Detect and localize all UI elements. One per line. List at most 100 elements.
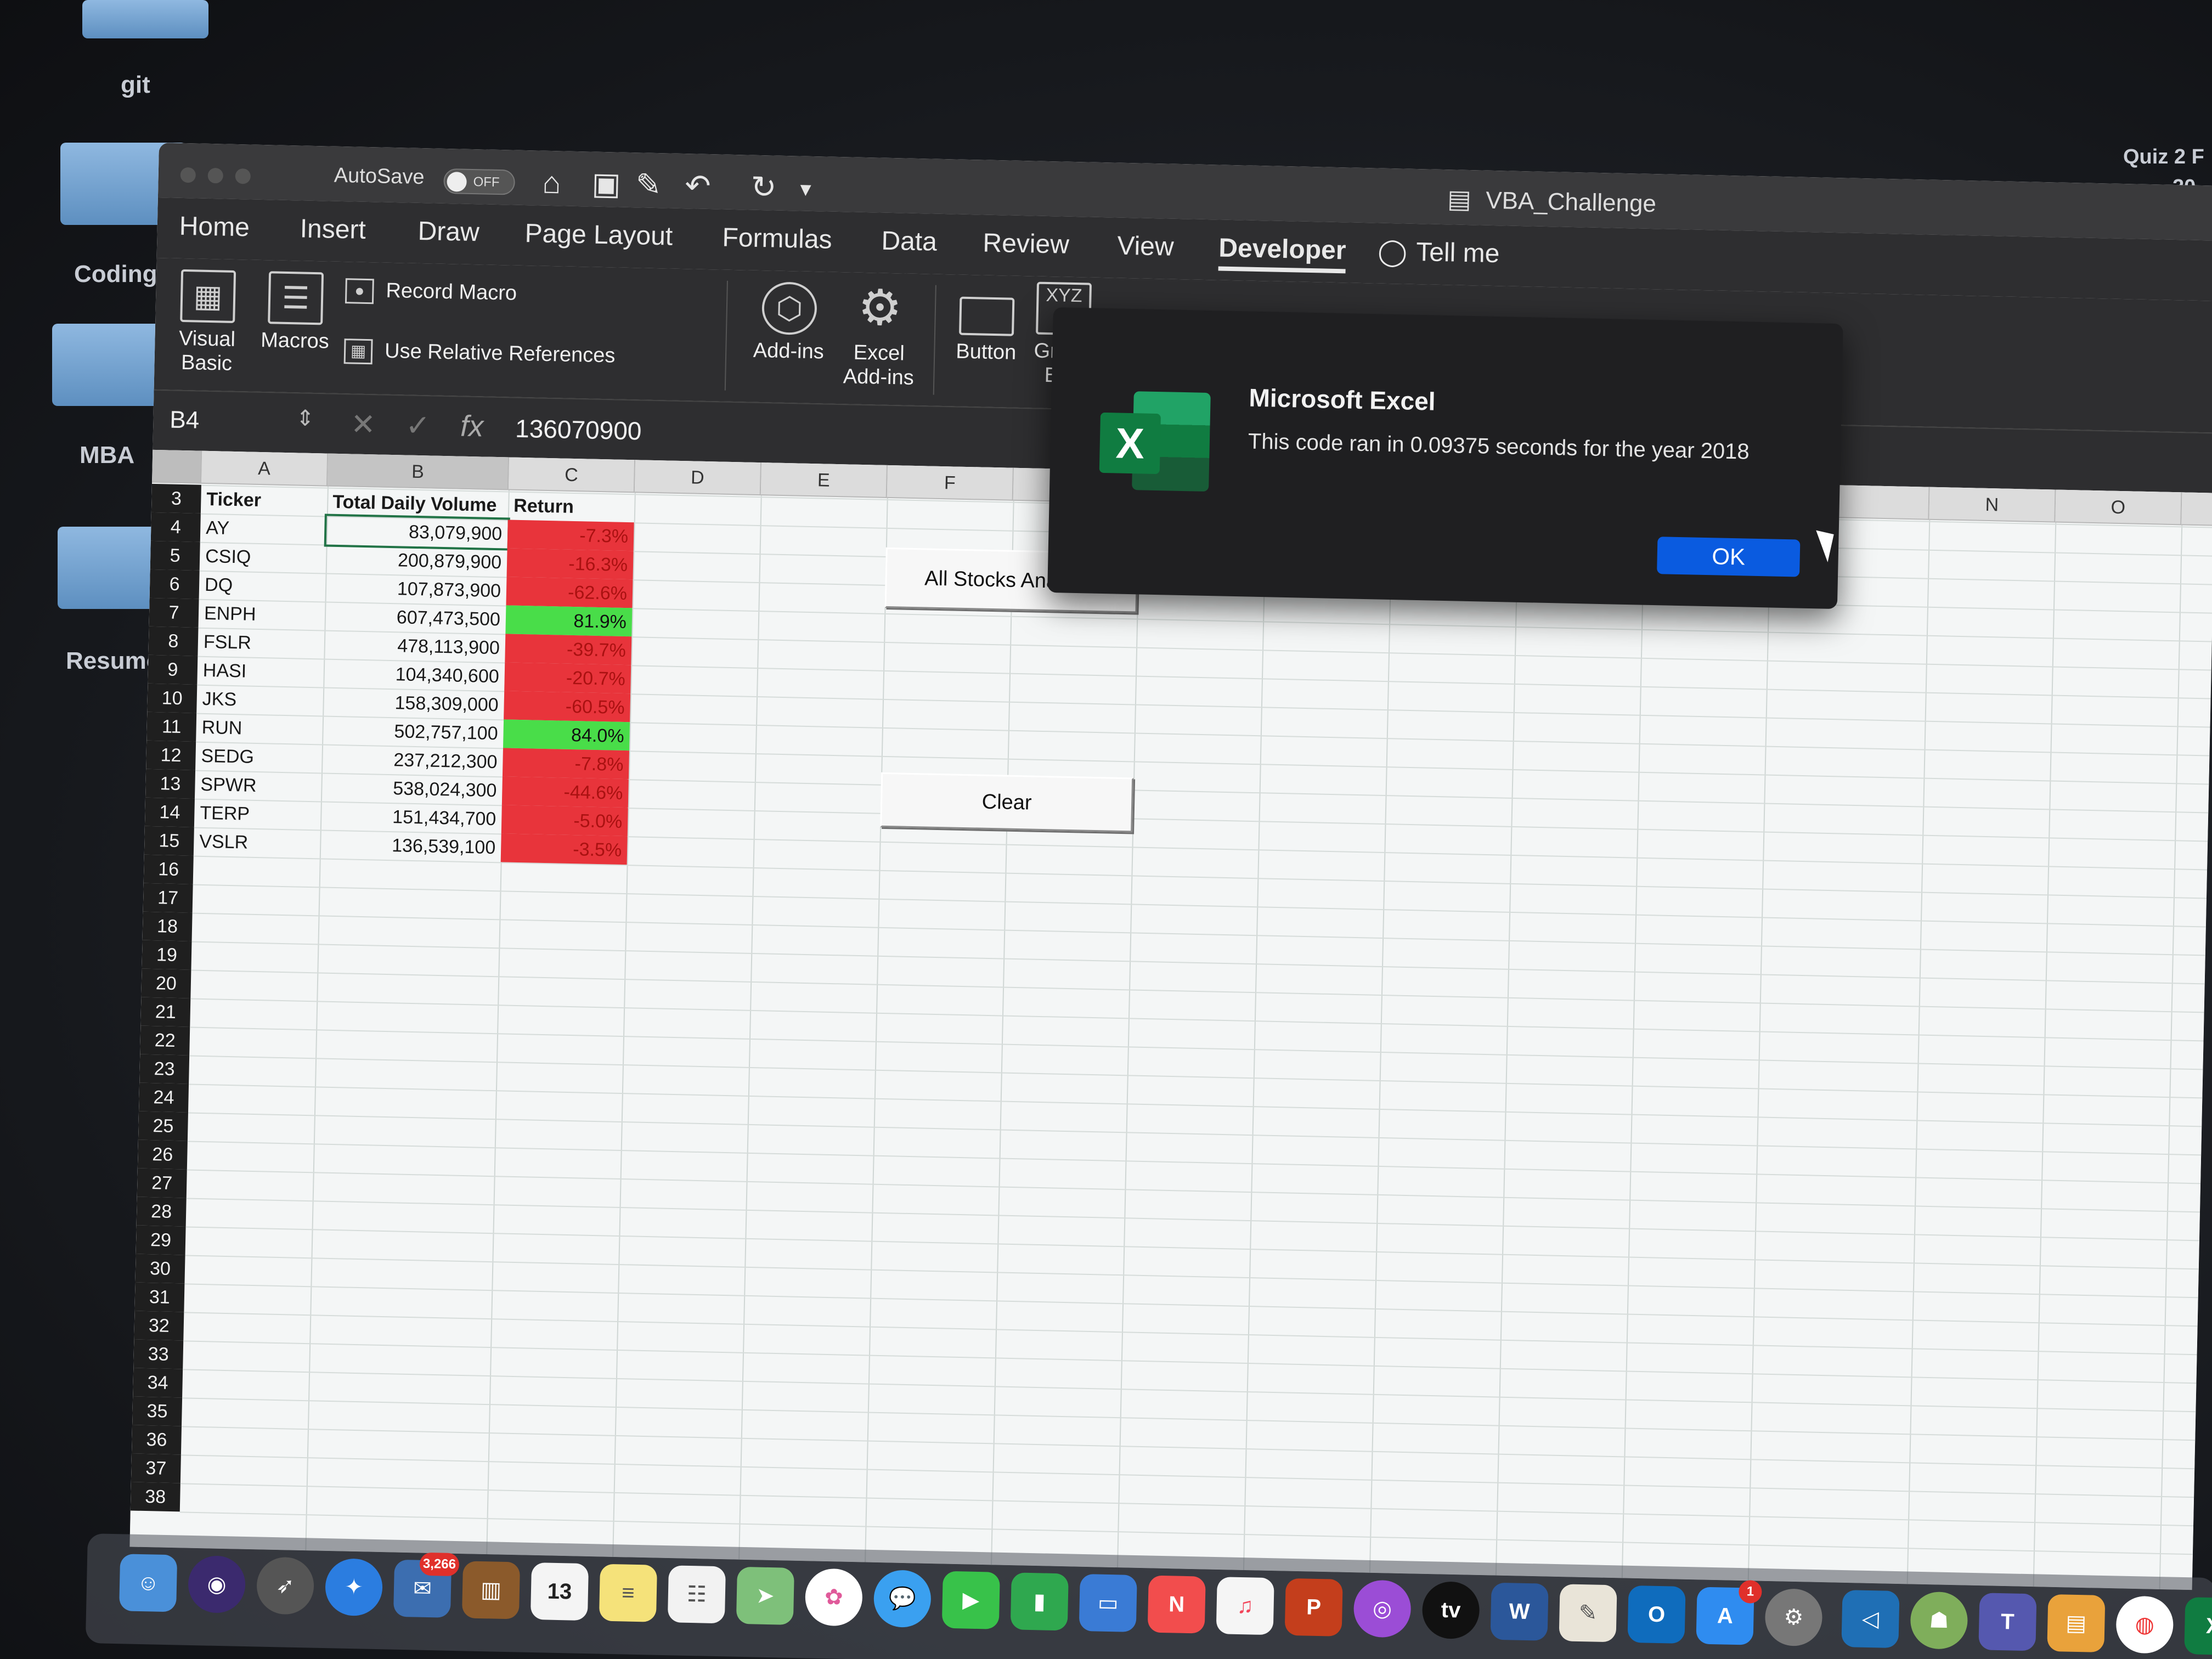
row-header[interactable]: 15 bbox=[144, 826, 194, 856]
cancel-formula-icon[interactable]: ✕ bbox=[351, 407, 376, 442]
ticker-cell[interactable]: JKS bbox=[196, 685, 323, 716]
row-header[interactable]: 25 bbox=[138, 1111, 188, 1141]
return-cell[interactable]: -7.8% bbox=[502, 748, 629, 780]
visual-basic-button[interactable]: ▦ Visual Basic bbox=[168, 269, 247, 376]
vscode-icon[interactable]: ◁ bbox=[1841, 1590, 1900, 1649]
volume-cell[interactable]: 502,757,100 bbox=[322, 715, 504, 748]
ticker-cell[interactable]: ENPH bbox=[199, 599, 325, 630]
row-header[interactable]: 10 bbox=[147, 683, 198, 713]
finder-icon[interactable]: ☺ bbox=[119, 1554, 178, 1612]
name-box[interactable]: B4 bbox=[170, 407, 200, 435]
return-cell[interactable]: -62.6% bbox=[506, 577, 633, 608]
ticker-cell[interactable]: FSLR bbox=[198, 628, 324, 659]
ok-button[interactable]: OK bbox=[1657, 537, 1801, 577]
row-header[interactable]: 26 bbox=[137, 1139, 188, 1170]
chrome-icon[interactable]: ◍ bbox=[2115, 1595, 2174, 1654]
formula-input[interactable]: 136070900 bbox=[515, 414, 642, 446]
row-header[interactable]: 6 bbox=[149, 569, 200, 599]
tab-review[interactable]: Review bbox=[983, 228, 1070, 259]
row-header[interactable]: 37 bbox=[131, 1453, 181, 1483]
ticker-cell[interactable]: AY bbox=[200, 514, 327, 545]
zoom-window-button[interactable] bbox=[235, 168, 251, 184]
row-header[interactable]: 20 bbox=[141, 968, 191, 998]
tab-page-layout[interactable]: Page Layout bbox=[524, 218, 673, 252]
column-header-f[interactable]: F bbox=[887, 465, 1014, 501]
row-header[interactable]: 5 bbox=[150, 540, 200, 571]
volume-cell[interactable]: 83,079,900 bbox=[324, 514, 510, 551]
row-header[interactable]: 3 bbox=[151, 483, 201, 514]
undo-icon[interactable]: ↶ bbox=[685, 168, 711, 203]
row-header[interactable]: 30 bbox=[135, 1254, 185, 1284]
ticker-cell[interactable]: VSLR bbox=[194, 827, 320, 859]
keynote-icon[interactable]: ▭ bbox=[1079, 1573, 1137, 1633]
use-relative-references-button[interactable]: ▦ Use Relative References bbox=[343, 338, 616, 369]
volume-cell[interactable]: 136,539,100 bbox=[320, 830, 501, 862]
music-icon[interactable]: ♫ bbox=[1216, 1577, 1274, 1635]
header-return[interactable]: Return bbox=[508, 491, 635, 522]
row-header[interactable]: 31 bbox=[134, 1282, 185, 1312]
return-cell[interactable]: -20.7% bbox=[504, 662, 631, 694]
return-cell[interactable]: 84.0% bbox=[503, 719, 630, 751]
return-cell[interactable]: -16.3% bbox=[506, 548, 634, 580]
column-header-a[interactable]: A bbox=[201, 450, 329, 487]
save-icon[interactable]: ▣ bbox=[591, 166, 621, 201]
row-header[interactable]: 9 bbox=[148, 654, 198, 685]
column-header-n[interactable]: N bbox=[1929, 487, 2056, 523]
ticker-cell[interactable]: SPWR bbox=[195, 770, 321, 802]
column-header-p[interactable]: P bbox=[2181, 492, 2212, 528]
volume-cell[interactable]: 158,309,000 bbox=[323, 687, 504, 719]
siri-icon[interactable]: ◉ bbox=[188, 1555, 246, 1614]
macros-button[interactable]: ☰ Macros bbox=[256, 271, 335, 354]
row-header[interactable]: 28 bbox=[136, 1197, 187, 1227]
column-header-c[interactable]: C bbox=[508, 457, 636, 493]
outlook-icon[interactable]: O bbox=[1627, 1585, 1686, 1644]
ticker-cell[interactable]: RUN bbox=[196, 713, 323, 744]
column-header-e[interactable]: E bbox=[760, 462, 888, 498]
teams-icon[interactable]: T bbox=[1978, 1593, 2037, 1651]
ticker-cell[interactable]: HASI bbox=[197, 656, 324, 687]
ticker-cell[interactable]: TERP bbox=[194, 799, 321, 830]
redo-icon[interactable]: ↻ bbox=[751, 170, 777, 205]
column-header-d[interactable]: D bbox=[634, 460, 762, 496]
row-header[interactable]: 23 bbox=[139, 1054, 190, 1084]
calendar-icon[interactable]: 13 bbox=[530, 1562, 589, 1621]
git-folder-icon[interactable] bbox=[82, 0, 208, 38]
launchpad-icon[interactable]: ➶ bbox=[256, 1556, 315, 1615]
edit-icon[interactable]: ✎ bbox=[635, 167, 662, 202]
desktop-label-mba[interactable]: MBA bbox=[80, 442, 134, 469]
desktop-label-coding[interactable]: Coding bbox=[74, 261, 157, 288]
tab-formulas[interactable]: Formulas bbox=[722, 223, 832, 255]
insert-function-icon[interactable]: fx bbox=[460, 409, 484, 444]
column-header-o[interactable]: O bbox=[2055, 489, 2182, 526]
row-header[interactable]: 13 bbox=[145, 769, 196, 799]
excel-addins-button[interactable]: ⚙ Excel Add-ins bbox=[834, 280, 924, 390]
volume-cell[interactable]: 607,473,500 bbox=[324, 602, 506, 634]
row-header[interactable]: 7 bbox=[149, 597, 199, 628]
close-window-button[interactable] bbox=[180, 167, 196, 183]
clear-button[interactable]: Clear bbox=[880, 772, 1134, 833]
keychain-icon[interactable]: ☗ bbox=[1910, 1591, 1968, 1650]
document-title[interactable]: VBA_Challenge bbox=[1486, 187, 1657, 218]
tell-me-search[interactable]: Tell me bbox=[1416, 237, 1500, 269]
row-header[interactable]: 29 bbox=[136, 1225, 186, 1255]
row-header[interactable]: 34 bbox=[133, 1368, 183, 1398]
tab-data[interactable]: Data bbox=[881, 226, 938, 257]
photos-icon[interactable]: ✿ bbox=[804, 1568, 863, 1627]
row-header[interactable]: 18 bbox=[142, 911, 193, 941]
row-header[interactable]: 16 bbox=[143, 854, 194, 884]
return-cell[interactable]: 81.9% bbox=[505, 605, 633, 637]
row-header[interactable]: 22 bbox=[140, 1025, 190, 1056]
row-header[interactable]: 19 bbox=[142, 940, 192, 970]
photos-booth-icon[interactable]: ✉ 3,266 bbox=[393, 1552, 460, 1618]
volume-cell[interactable]: 478,113,900 bbox=[324, 630, 505, 663]
desktop-label-git[interactable]: git bbox=[121, 71, 150, 99]
messages-icon[interactable]: 💬 bbox=[873, 1570, 932, 1628]
volume-cell[interactable]: 538,024,300 bbox=[321, 772, 503, 805]
desktop-label-quiz[interactable]: Quiz 2 F bbox=[2123, 145, 2204, 169]
row-header[interactable]: 24 bbox=[139, 1082, 189, 1113]
return-cell[interactable]: -39.7% bbox=[505, 634, 632, 665]
facetime-icon[interactable]: ▶ bbox=[941, 1571, 1000, 1629]
podcasts-icon[interactable]: ◎ bbox=[1353, 1579, 1412, 1638]
customize-toolbar-icon[interactable]: ▾ bbox=[800, 177, 811, 201]
return-cell[interactable]: -5.0% bbox=[501, 805, 628, 837]
